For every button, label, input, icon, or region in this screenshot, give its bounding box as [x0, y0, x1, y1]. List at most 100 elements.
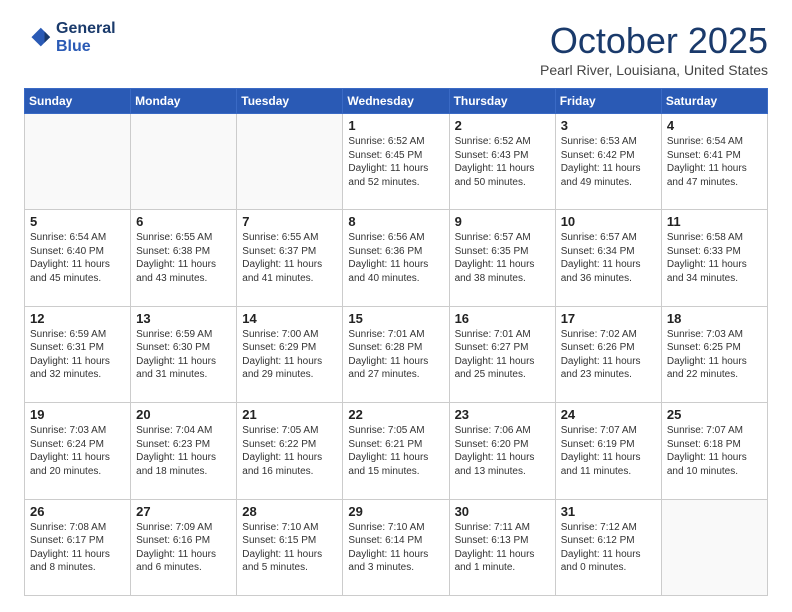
day-info: Sunrise: 6:54 AM Sunset: 6:41 PM Dayligh… — [667, 135, 762, 189]
calendar-title: October 2025 — [540, 20, 768, 62]
day-number: 16 — [455, 311, 550, 326]
day-number: 12 — [30, 311, 125, 326]
day-info: Sunrise: 7:06 AM Sunset: 6:20 PM Dayligh… — [455, 424, 550, 478]
table-row: 26 Sunrise: 7:08 AM Sunset: 6:17 PM Dayli… — [25, 499, 131, 595]
table-row: 8 Sunrise: 6:56 AM Sunset: 6:36 PM Daylig… — [343, 210, 449, 306]
table-row: 24 Sunrise: 7:07 AM Sunset: 6:19 PM Dayli… — [555, 403, 661, 499]
table-row: 7 Sunrise: 6:55 AM Sunset: 6:37 PM Daylig… — [237, 210, 343, 306]
day-number: 5 — [30, 214, 125, 229]
table-row: 14 Sunrise: 7:00 AM Sunset: 6:29 PM Dayli… — [237, 306, 343, 402]
table-row: 17 Sunrise: 7:02 AM Sunset: 6:26 PM Dayli… — [555, 306, 661, 402]
table-row: 20 Sunrise: 7:04 AM Sunset: 6:23 PM Dayli… — [131, 403, 237, 499]
day-info: Sunrise: 6:57 AM Sunset: 6:34 PM Dayligh… — [561, 231, 656, 285]
day-number: 13 — [136, 311, 231, 326]
day-info: Sunrise: 7:11 AM Sunset: 6:13 PM Dayligh… — [455, 521, 550, 575]
table-row: 11 Sunrise: 6:58 AM Sunset: 6:33 PM Dayli… — [661, 210, 767, 306]
day-number: 18 — [667, 311, 762, 326]
day-number: 20 — [136, 407, 231, 422]
table-row: 16 Sunrise: 7:01 AM Sunset: 6:27 PM Dayli… — [449, 306, 555, 402]
logo: General Blue — [24, 20, 116, 56]
day-info: Sunrise: 6:55 AM Sunset: 6:37 PM Dayligh… — [242, 231, 337, 285]
day-info: Sunrise: 7:08 AM Sunset: 6:17 PM Dayligh… — [30, 521, 125, 575]
day-info: Sunrise: 6:57 AM Sunset: 6:35 PM Dayligh… — [455, 231, 550, 285]
calendar-header-row: Sunday Monday Tuesday Wednesday Thursday… — [25, 89, 768, 114]
day-info: Sunrise: 7:04 AM Sunset: 6:23 PM Dayligh… — [136, 424, 231, 478]
table-row: 22Sunrise: 7:05 AM Sunset: 6:21 PM Dayli… — [343, 403, 449, 499]
day-number: 29 — [348, 504, 443, 519]
page: General Blue October 2025 Pearl River, L… — [0, 0, 792, 612]
table-row: 25Sunrise: 7:07 AM Sunset: 6:18 PM Dayli… — [661, 403, 767, 499]
day-number: 23 — [455, 407, 550, 422]
day-info: Sunrise: 6:55 AM Sunset: 6:38 PM Dayligh… — [136, 231, 231, 285]
table-row: 28 Sunrise: 7:10 AM Sunset: 6:15 PM Dayli… — [237, 499, 343, 595]
table-row: 21Sunrise: 7:05 AM Sunset: 6:22 PM Dayli… — [237, 403, 343, 499]
table-row: 27 Sunrise: 7:09 AM Sunset: 6:16 PM Dayli… — [131, 499, 237, 595]
day-info: Sunrise: 6:52 AM Sunset: 6:43 PM Dayligh… — [455, 135, 550, 189]
table-row: 23 Sunrise: 7:06 AM Sunset: 6:20 PM Dayli… — [449, 403, 555, 499]
table-row — [131, 114, 237, 210]
col-thursday: Thursday — [449, 89, 555, 114]
day-number: 17 — [561, 311, 656, 326]
col-sunday: Sunday — [25, 89, 131, 114]
day-info: Sunrise: 6:52 AM Sunset: 6:45 PM Dayligh… — [348, 135, 443, 189]
day-number: 7 — [242, 214, 337, 229]
day-info: Sunrise: 7:12 AM Sunset: 6:12 PM Dayligh… — [561, 521, 656, 575]
calendar-week-row: 1 Sunrise: 6:52 AM Sunset: 6:45 PM Daylig… — [25, 114, 768, 210]
day-number: 9 — [455, 214, 550, 229]
table-row: 31Sunrise: 7:12 AM Sunset: 6:12 PM Dayli… — [555, 499, 661, 595]
day-info: Sunrise: 7:10 AM Sunset: 6:14 PM Dayligh… — [348, 521, 443, 575]
day-number: 21 — [242, 407, 337, 422]
logo-text-blue: Blue — [56, 38, 116, 56]
day-info: Sunrise: 7:01 AM Sunset: 6:27 PM Dayligh… — [455, 328, 550, 382]
day-info: Sunrise: 6:56 AM Sunset: 6:36 PM Dayligh… — [348, 231, 443, 285]
col-tuesday: Tuesday — [237, 89, 343, 114]
table-row: 30 Sunrise: 7:11 AM Sunset: 6:13 PM Dayli… — [449, 499, 555, 595]
day-info: Sunrise: 7:02 AM Sunset: 6:26 PM Dayligh… — [561, 328, 656, 382]
day-info: Sunrise: 6:54 AM Sunset: 6:40 PM Dayligh… — [30, 231, 125, 285]
table-row: 19Sunrise: 7:03 AM Sunset: 6:24 PM Dayli… — [25, 403, 131, 499]
day-number: 3 — [561, 118, 656, 133]
table-row: 6 Sunrise: 6:55 AM Sunset: 6:38 PM Daylig… — [131, 210, 237, 306]
day-number: 15 — [348, 311, 443, 326]
day-info: Sunrise: 6:59 AM Sunset: 6:31 PM Dayligh… — [30, 328, 125, 382]
day-info: Sunrise: 6:58 AM Sunset: 6:33 PM Dayligh… — [667, 231, 762, 285]
col-saturday: Saturday — [661, 89, 767, 114]
table-row: 10 Sunrise: 6:57 AM Sunset: 6:34 PM Dayli… — [555, 210, 661, 306]
day-number: 27 — [136, 504, 231, 519]
table-row — [237, 114, 343, 210]
calendar-week-row: 5 Sunrise: 6:54 AM Sunset: 6:40 PM Daylig… — [25, 210, 768, 306]
day-number: 28 — [242, 504, 337, 519]
table-row: 29 Sunrise: 7:10 AM Sunset: 6:14 PM Dayli… — [343, 499, 449, 595]
day-number: 11 — [667, 214, 762, 229]
col-friday: Friday — [555, 89, 661, 114]
day-info: Sunrise: 7:05 AM Sunset: 6:21 PM Dayligh… — [348, 424, 443, 478]
day-info: Sunrise: 7:07 AM Sunset: 6:19 PM Dayligh… — [561, 424, 656, 478]
day-info: Sunrise: 7:09 AM Sunset: 6:16 PM Dayligh… — [136, 521, 231, 575]
day-number: 6 — [136, 214, 231, 229]
day-info: Sunrise: 7:10 AM Sunset: 6:15 PM Dayligh… — [242, 521, 337, 575]
day-number: 30 — [455, 504, 550, 519]
table-row: 5 Sunrise: 6:54 AM Sunset: 6:40 PM Daylig… — [25, 210, 131, 306]
day-info: Sunrise: 7:03 AM Sunset: 6:24 PM Dayligh… — [30, 424, 125, 478]
day-info: Sunrise: 7:01 AM Sunset: 6:28 PM Dayligh… — [348, 328, 443, 382]
header: General Blue October 2025 Pearl River, L… — [24, 20, 768, 78]
day-number: 8 — [348, 214, 443, 229]
col-wednesday: Wednesday — [343, 89, 449, 114]
table-row: 3Sunrise: 6:53 AM Sunset: 6:42 PM Daylig… — [555, 114, 661, 210]
calendar-table: Sunday Monday Tuesday Wednesday Thursday… — [24, 88, 768, 596]
day-number: 14 — [242, 311, 337, 326]
day-number: 26 — [30, 504, 125, 519]
table-row: 9 Sunrise: 6:57 AM Sunset: 6:35 PM Daylig… — [449, 210, 555, 306]
day-number: 10 — [561, 214, 656, 229]
col-monday: Monday — [131, 89, 237, 114]
day-number: 25 — [667, 407, 762, 422]
table-row: 2 Sunrise: 6:52 AM Sunset: 6:43 PM Daylig… — [449, 114, 555, 210]
day-number: 1 — [348, 118, 443, 133]
table-row — [661, 499, 767, 595]
logo-icon — [24, 24, 52, 52]
day-info: Sunrise: 7:00 AM Sunset: 6:29 PM Dayligh… — [242, 328, 337, 382]
day-number: 2 — [455, 118, 550, 133]
calendar-subtitle: Pearl River, Louisiana, United States — [540, 62, 768, 78]
table-row: 15 Sunrise: 7:01 AM Sunset: 6:28 PM Dayli… — [343, 306, 449, 402]
day-number: 24 — [561, 407, 656, 422]
